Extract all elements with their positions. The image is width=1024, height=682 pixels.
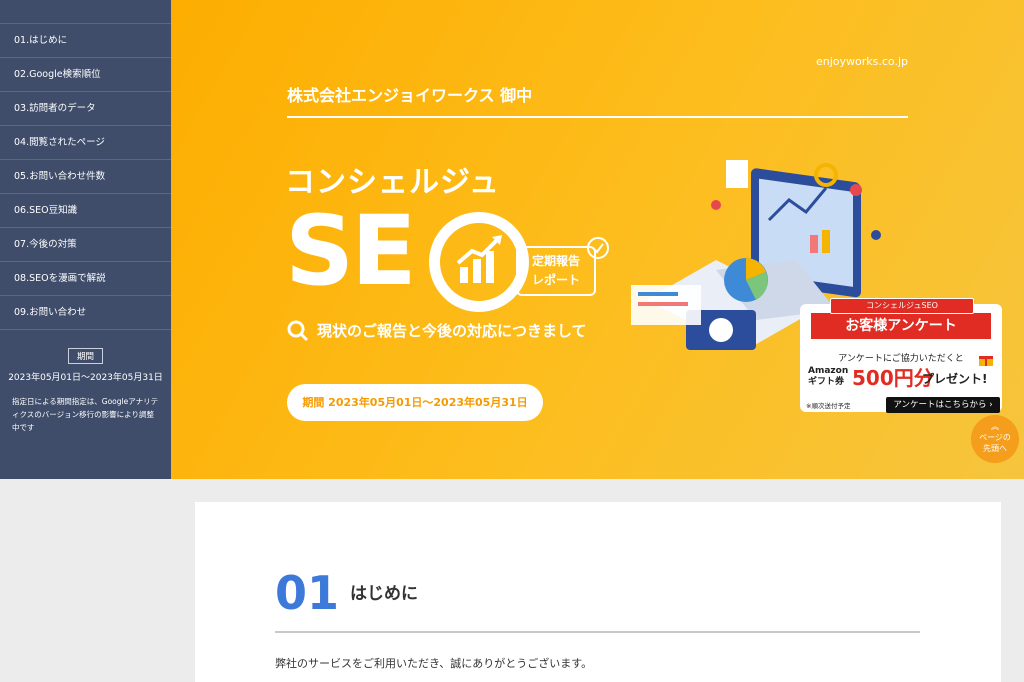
section-divider xyxy=(275,631,920,633)
report-badge-line1: 定期報告 xyxy=(531,254,580,268)
domain-label: enjoyworks.co.jp xyxy=(815,55,908,68)
section-number: 01 xyxy=(275,566,340,620)
sidebar: 01.はじめに 02.Google検索順位 03.訪問者のデータ 04.閲覧され… xyxy=(0,0,171,479)
chevron-up-icon: ︽ xyxy=(991,422,999,431)
sidebar-item-contact[interactable]: 09.お問い合わせ xyxy=(0,296,171,330)
sidebar-item-visitor-data[interactable]: 03.訪問者のデータ xyxy=(0,92,171,126)
gift-card-label: ギフト券 xyxy=(808,377,845,387)
period-box: 期間 xyxy=(0,344,171,364)
survey-present: プレゼント! xyxy=(922,372,988,386)
sidebar-item-seo-tips[interactable]: 06.SEO豆知識 xyxy=(0,194,171,228)
sidebar-item-future-measures[interactable]: 07.今後の対策 xyxy=(0,228,171,262)
period-pill: 期間 2023年05月01日〜2023年05月31日 xyxy=(287,384,543,421)
sidebar-item-viewed-pages[interactable]: 04.閲覧されたページ xyxy=(0,126,171,160)
hero-subtitle: 現状のご報告と今後の対応につきまして xyxy=(317,322,587,340)
period-note: 指定日による期間指定は、Googleアナリティクスのバージョン移行の影響により調… xyxy=(12,397,159,432)
survey-gift-label: Amazon ギフト券 xyxy=(808,366,848,388)
sidebar-item-google-rank[interactable]: 02.Google検索順位 xyxy=(0,58,171,92)
growth-chart-icon xyxy=(429,212,529,312)
divider xyxy=(287,116,908,118)
survey-ribbon: お客様アンケート xyxy=(811,313,991,339)
survey-tag: コンシェルジュSEO xyxy=(830,298,974,314)
sidebar-item-intro[interactable]: 01.はじめに xyxy=(0,23,171,58)
report-badge: 定期報告 レポート xyxy=(516,246,596,296)
survey-banner[interactable]: お客様アンケート コンシェルジュSEO アンケートにご協力いただくと Amazo… xyxy=(800,298,1002,413)
page-top-line1: ページの xyxy=(979,433,1011,442)
survey-cta-button[interactable]: アンケートはこちらから › xyxy=(886,397,1000,413)
period-range: 2023年05月01日〜2023年05月31日 xyxy=(8,373,163,383)
amazon-label: Amazon xyxy=(808,366,849,376)
section-title: はじめに xyxy=(350,584,418,604)
sidebar-item-inquiries[interactable]: 05.お問い合わせ件数 xyxy=(0,160,171,194)
report-badge-line2: レポート xyxy=(531,273,580,287)
page-top-line2: 先頭へ xyxy=(983,444,1007,453)
sidebar-item-seo-manga[interactable]: 08.SEOを漫画で解説 xyxy=(0,262,171,296)
period-badge: 期間 xyxy=(67,348,103,364)
survey-note: ※順次送付予定 xyxy=(806,402,851,410)
client-name: 株式会社エンジョイワークス 御中 xyxy=(287,86,533,105)
section-body: 弊社のサービスをご利用いただき、誠にありがとうございます。 xyxy=(275,657,593,670)
page-top-button[interactable]: ︽ ページの 先頭へ xyxy=(971,415,1019,463)
seo-logo-text: SE xyxy=(285,195,417,307)
content-card: 01 はじめに 弊社のサービスをご利用いただき、誠にありがとうございます。 xyxy=(195,502,1001,682)
check-icon xyxy=(587,237,609,259)
